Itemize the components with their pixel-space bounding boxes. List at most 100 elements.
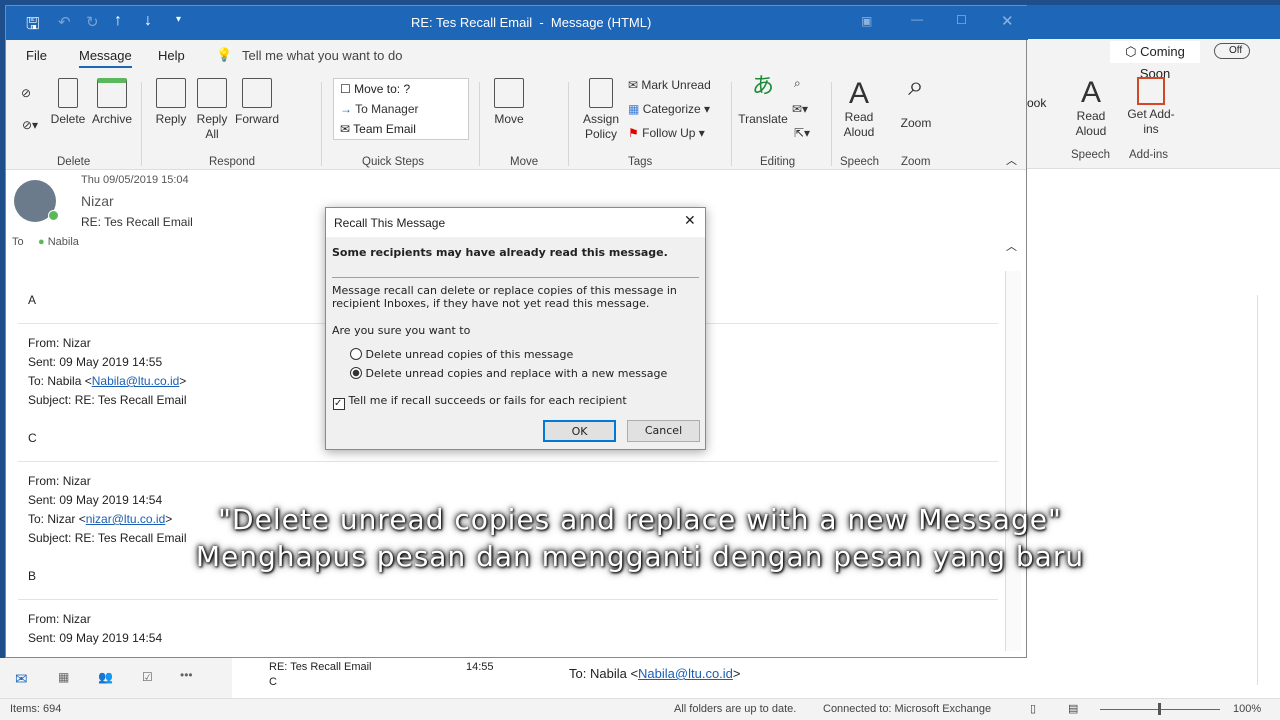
- categorize-button[interactable]: ▦ Categorize ▾: [628, 102, 710, 116]
- read-aloud-button-back[interactable]: A Read Aloud: [1071, 77, 1111, 139]
- reply-button[interactable]: Reply: [153, 78, 189, 127]
- read-aloud-icon: A: [848, 77, 869, 110]
- calendar-icon[interactable]: ▦: [58, 670, 69, 684]
- reading-pane: To: Nabila <Nabila@ltu.co.id>: [547, 658, 1027, 698]
- caption-line-2: Menghapus pesan dan mengganti dengan pes…: [195, 540, 1085, 573]
- archive-icon: [97, 78, 127, 108]
- caption-line-1: "Delete unread copies and replace with a…: [218, 503, 1062, 536]
- ignore-button[interactable]: ⊘: [16, 86, 36, 101]
- quick-step-team-email[interactable]: ✉ Team Email: [340, 119, 468, 139]
- trash-icon: [58, 78, 78, 108]
- nav-bar: ✉ ▦ 👥 ☑ •••: [0, 658, 232, 698]
- tab-help[interactable]: Help: [158, 48, 185, 63]
- zoom-icon: ⌕: [908, 70, 924, 101]
- minimize-icon[interactable]: —: [911, 12, 923, 26]
- group-respond: Respond: [209, 156, 256, 168]
- message-date: Thu 09/05/2019 15:04: [81, 174, 189, 186]
- sync-status: All folders are up to date.: [674, 703, 797, 715]
- dialog-warning: Some recipients may have already read th…: [332, 246, 668, 259]
- move-icon: [494, 78, 524, 108]
- recall-dialog: Recall This Message ✕ Some recipients ma…: [325, 207, 706, 450]
- reading-view-icon[interactable]: ▤: [1068, 702, 1078, 715]
- move-button[interactable]: Move: [491, 78, 527, 127]
- reply-icon: [156, 78, 186, 108]
- read-aloud-button[interactable]: A Read Aloud: [838, 78, 880, 140]
- tell-me-input[interactable]: Tell me what you want to do: [242, 48, 402, 63]
- maximize-icon[interactable]: ☐: [956, 13, 967, 27]
- lightbulb-icon: 💡: [216, 47, 233, 62]
- mail-icon[interactable]: ✉: [15, 670, 28, 688]
- dialog-close-button[interactable]: ✕: [684, 213, 696, 229]
- quick-step-to-manager[interactable]: → To Manager: [340, 99, 468, 119]
- tab-message[interactable]: Message: [79, 48, 132, 68]
- dialog-title: Recall This Message: [334, 216, 446, 230]
- group-move: Move: [510, 156, 539, 168]
- title-bar: 🖫 ↶ ↻ ↑ ↓ ▾ RE: Tes Recall Email - Messa…: [6, 6, 1028, 40]
- read-aloud-icon: A: [1080, 76, 1101, 109]
- get-addins-button[interactable]: Get Add-ins: [1127, 77, 1175, 137]
- email-link[interactable]: Nabila@ltu.co.id: [638, 666, 733, 681]
- translate-button[interactable]: あ Translate: [738, 73, 788, 127]
- customize-qat-icon[interactable]: ▾: [176, 14, 181, 25]
- junk-button[interactable]: ⊘▾: [16, 118, 44, 133]
- ok-button[interactable]: OK: [543, 420, 616, 442]
- tasks-icon[interactable]: ☑: [142, 670, 153, 684]
- zoom-level[interactable]: 100%: [1233, 703, 1261, 715]
- more-icon[interactable]: •••: [180, 668, 193, 682]
- items-count: Items: 694: [10, 703, 62, 715]
- reply-all-button[interactable]: Reply All: [194, 78, 230, 142]
- group-zoom: Zoom: [901, 156, 931, 168]
- radio-delete-only[interactable]: Delete unread copies of this message: [350, 348, 573, 361]
- translate-icon: あ: [751, 73, 774, 98]
- delete-button[interactable]: Delete: [50, 78, 86, 127]
- status-bar: Items: 694 All folders are up to date. C…: [0, 698, 1280, 720]
- collapse-header-icon[interactable]: ︿: [1006, 238, 1017, 254]
- partial-label: ook: [1027, 96, 1047, 110]
- assign-policy-button[interactable]: Assign Policy: [578, 78, 624, 142]
- group-quick-steps: Quick Steps: [362, 156, 424, 168]
- coming-soon-toggle[interactable]: Off: [1214, 43, 1250, 59]
- people-icon[interactable]: 👥: [98, 670, 113, 684]
- cancel-button[interactable]: Cancel: [627, 420, 700, 442]
- ribbon-display-icon[interactable]: ▣: [861, 14, 872, 28]
- group-delete: Delete: [57, 156, 91, 168]
- follow-up-button[interactable]: ⚑ Follow Up ▾: [628, 126, 705, 140]
- zoom-slider-thumb[interactable]: [1158, 703, 1161, 715]
- online-status-icon: [48, 210, 59, 221]
- group-speech: Speech: [840, 156, 880, 168]
- mark-unread-button[interactable]: ✉ Mark Unread: [628, 78, 711, 92]
- collapse-ribbon-icon[interactable]: ︿: [1006, 152, 1017, 168]
- policy-icon: [589, 78, 613, 108]
- find-icon[interactable]: ⌕: [794, 76, 801, 91]
- save-icon[interactable]: 🖫: [26, 13, 40, 40]
- coming-soon-button[interactable]: ⬡ Coming Soon: [1110, 41, 1200, 81]
- sender-name[interactable]: Nizar: [81, 193, 114, 209]
- select-icon[interactable]: ⇱▾: [794, 126, 810, 140]
- toggle-label: Off: [1229, 45, 1243, 56]
- group-addins: Add-ins: [1129, 149, 1168, 161]
- normal-view-icon[interactable]: ▯: [1030, 702, 1036, 715]
- recipient[interactable]: ● Nabila: [38, 236, 79, 248]
- archive-button[interactable]: Archive: [90, 78, 134, 127]
- message-list-item[interactable]: RE: Tes Recall Email 14:55 C: [232, 658, 547, 698]
- close-icon[interactable]: ✕: [1001, 12, 1014, 30]
- zoom-button[interactable]: ⌕ Zoom: [896, 70, 936, 131]
- radio-delete-replace[interactable]: Delete unread copies and replace with a …: [350, 367, 667, 380]
- up-arrow-icon[interactable]: ↑: [114, 12, 122, 30]
- down-arrow-icon[interactable]: ↓: [144, 12, 152, 30]
- undo-icon[interactable]: ↶: [58, 13, 71, 31]
- recall-report-checkbox[interactable]: ✓ Tell me if recall succeeds or fails fo…: [333, 394, 627, 410]
- tab-file[interactable]: File: [26, 48, 47, 63]
- connection-status: Connected to: Microsoft Exchange: [823, 703, 992, 715]
- main-window: ⬡ Coming Soon Off ook A Read Aloud Get Ad…: [1027, 5, 1280, 700]
- group-tags: Tags: [628, 156, 653, 168]
- redo-icon[interactable]: ↻: [86, 13, 99, 31]
- quick-step-move-to[interactable]: ☐ Move to: ?: [340, 79, 468, 99]
- quick-steps-gallery[interactable]: ☐ Move to: ? → To Manager ✉ Team Email: [333, 78, 469, 140]
- email-link[interactable]: Nabila@ltu.co.id: [92, 374, 180, 388]
- scrollbar[interactable]: [1257, 295, 1271, 685]
- forward-button[interactable]: Forward: [234, 78, 280, 127]
- body-scrollbar[interactable]: [1005, 271, 1021, 651]
- addins-icon: [1137, 77, 1165, 105]
- related-icon[interactable]: ✉▾: [792, 102, 808, 116]
